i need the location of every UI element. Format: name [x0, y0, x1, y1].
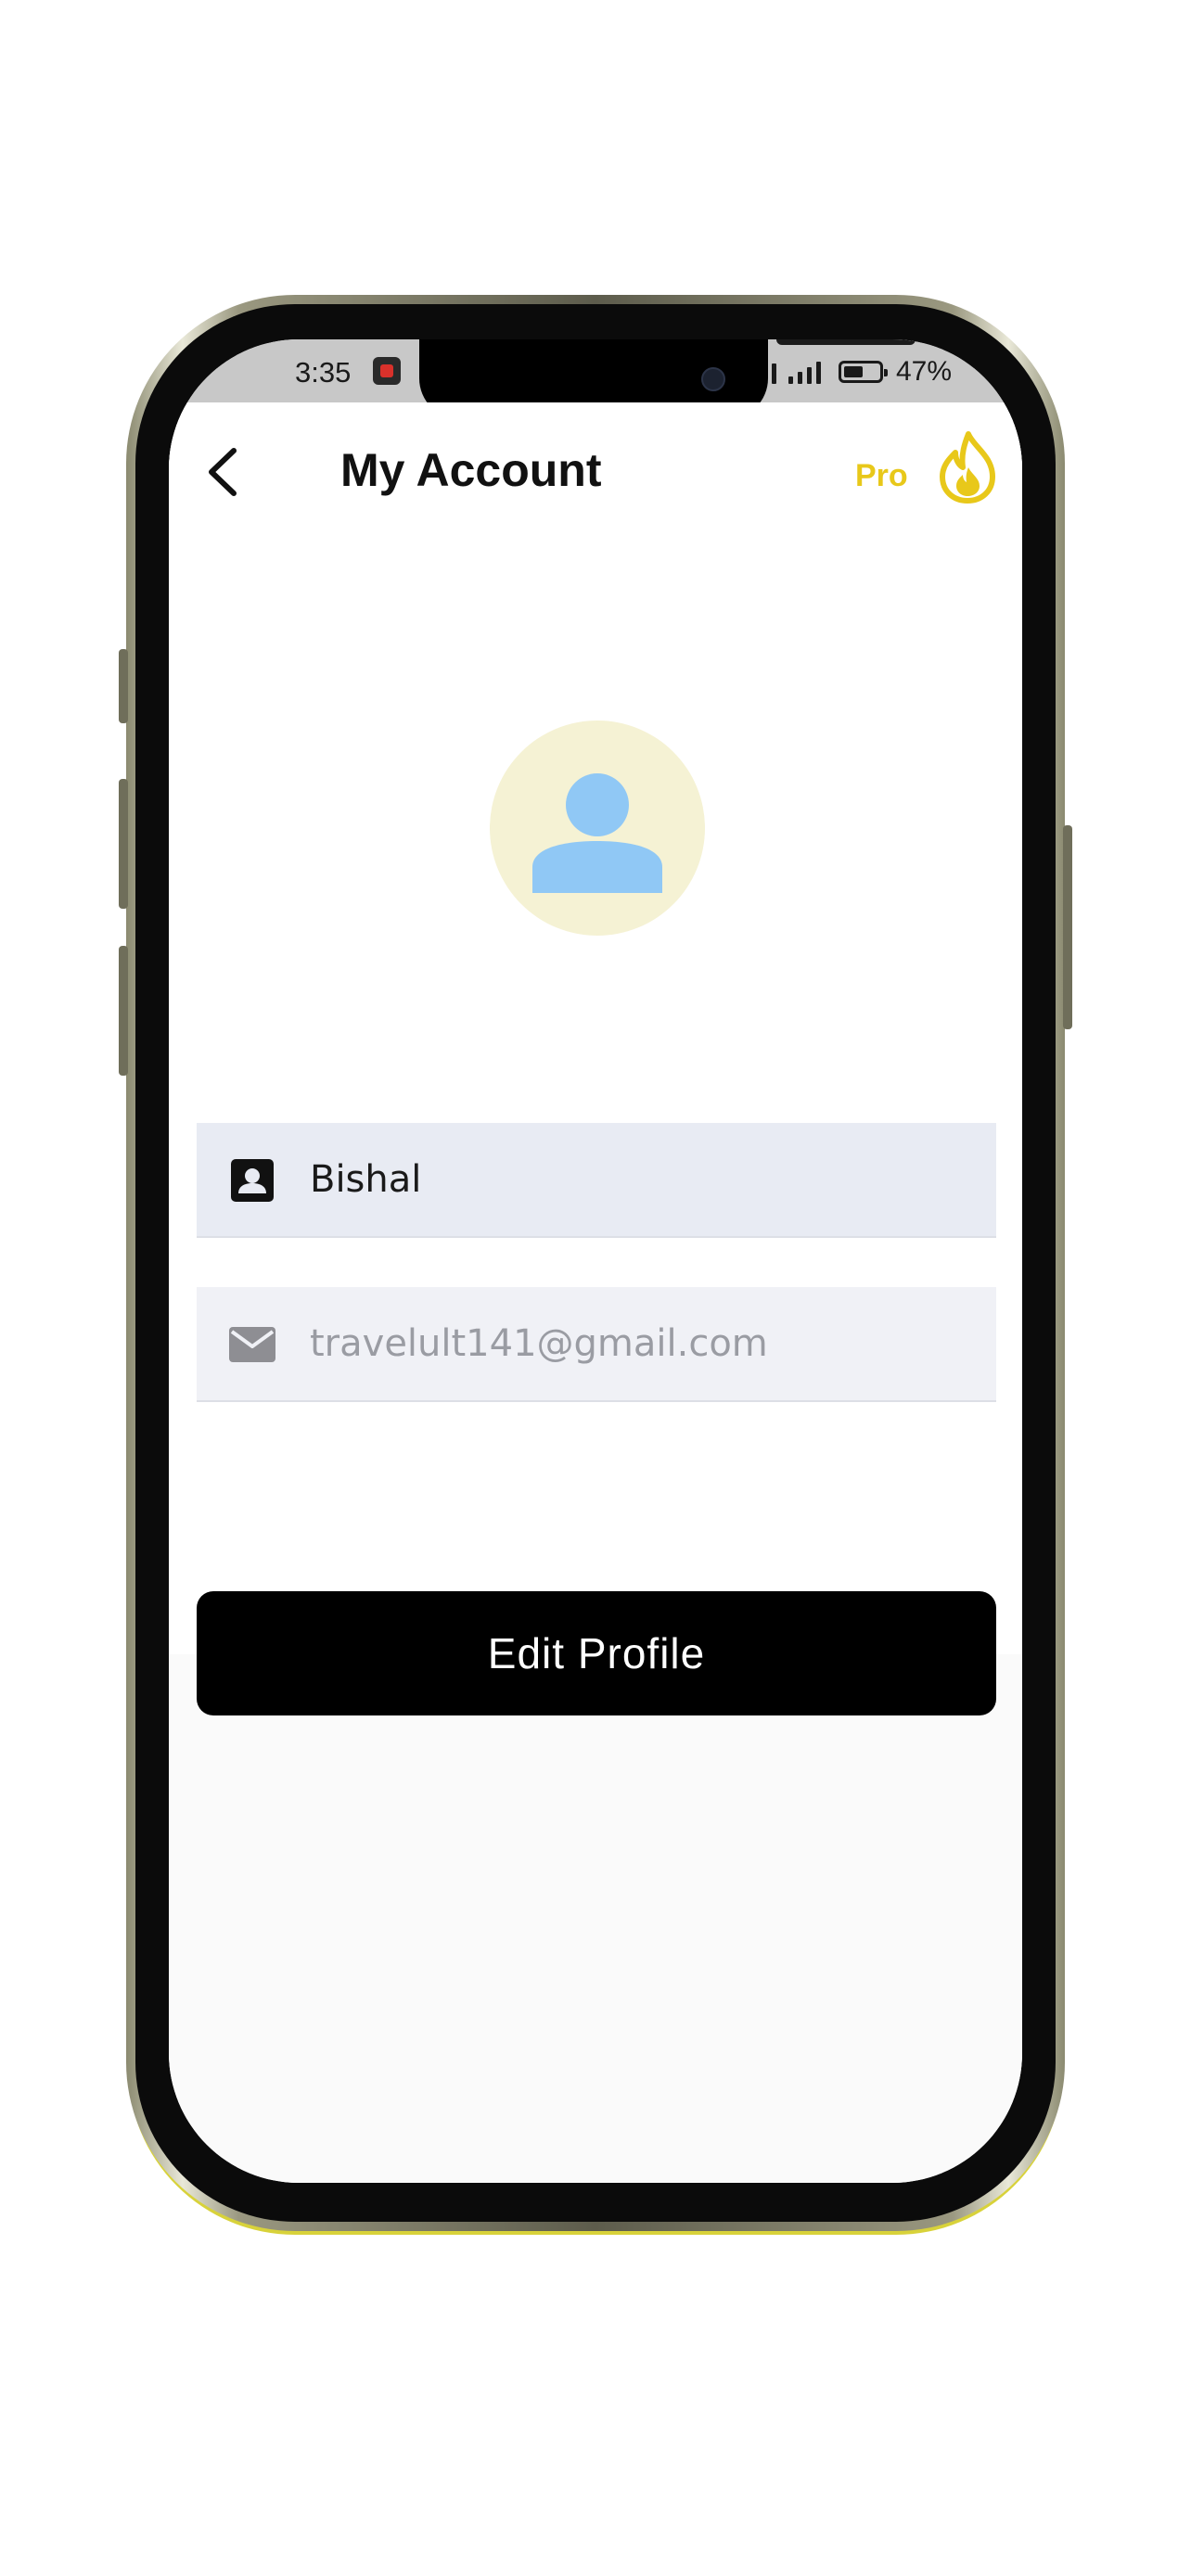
pro-button[interactable]: [937, 430, 998, 504]
speaker-grille: [776, 339, 916, 345]
mail-icon: [229, 1327, 275, 1362]
battery-percent: 47%: [896, 356, 953, 387]
phone-screen: 3:35 47% My Account Pro Bishal travelult…: [169, 339, 1022, 2183]
content-area: [169, 402, 1022, 1654]
avatar[interactable]: [490, 721, 705, 936]
email-field[interactable]: travelult141@gmail.com: [197, 1287, 996, 1402]
side-button: [119, 649, 128, 723]
status-bar: 3:35 47%: [169, 339, 1022, 419]
signal-icon: [772, 360, 826, 384]
name-value: Bishal: [310, 1158, 422, 1201]
back-button[interactable]: [197, 440, 252, 504]
app-header: My Account Pro: [169, 402, 1022, 542]
side-button: [119, 946, 128, 1076]
page-title: My Account: [340, 444, 602, 496]
screen-record-icon: [373, 357, 401, 385]
app-screen: My Account Pro Bishal travelult141@gmail…: [169, 402, 1022, 2183]
side-button: [1063, 825, 1072, 1029]
contact-card-icon: [231, 1159, 274, 1202]
battery-icon: [839, 361, 888, 383]
email-value: travelult141@gmail.com: [310, 1322, 768, 1365]
person-icon: [532, 773, 662, 893]
name-field[interactable]: Bishal: [197, 1123, 996, 1238]
flame-icon: [940, 431, 995, 504]
status-indicators: 47%: [772, 356, 952, 388]
front-camera-icon: [701, 367, 725, 391]
pro-label[interactable]: Pro: [855, 458, 908, 494]
side-button: [119, 779, 128, 909]
canvas: 3:35 47% My Account Pro Bishal travelult…: [0, 0, 1191, 2576]
edit-profile-button[interactable]: Edit Profile: [197, 1591, 996, 1715]
status-time: 3:35: [295, 356, 352, 389]
chevron-left-icon: [209, 448, 237, 496]
